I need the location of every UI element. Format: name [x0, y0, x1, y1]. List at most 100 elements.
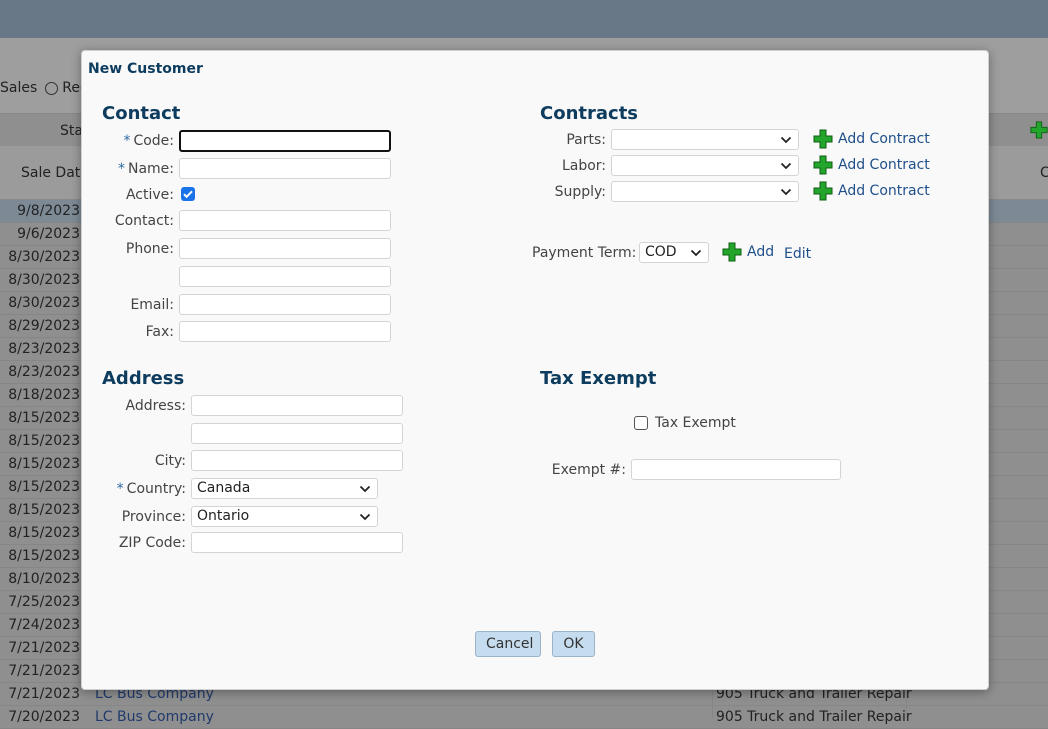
add-supply-contract-link[interactable]: Add Contract [838, 181, 930, 201]
sale-date-cell: 8/15/2023 [8, 410, 80, 426]
address-input[interactable] [191, 395, 403, 416]
edit-payment-term-link[interactable]: Edit [784, 244, 811, 264]
sale-date-cell: 7/24/2023 [8, 617, 80, 633]
sale-date-cell: 8/30/2023 [8, 295, 80, 311]
sale-date-cell: 8/23/2023 [8, 364, 80, 380]
sale-date-cell: 8/29/2023 [8, 318, 80, 334]
add-contract-plus-icon[interactable] [813, 155, 833, 175]
vendor-cell: 905 Truck and Trailer Repair [716, 709, 912, 725]
payment-term-select[interactable]: COD [639, 242, 709, 263]
cancel-button[interactable]: Cancel [475, 631, 541, 657]
column-header-sale-date[interactable]: Sale Date [21, 165, 89, 181]
labor-label: Labor: [561, 158, 606, 174]
sale-date-cell: 7/20/2023 [8, 709, 80, 725]
labor-contract-select[interactable] [611, 155, 799, 176]
province-value: Ontario [197, 508, 250, 524]
sale-date-cell: 8/18/2023 [8, 387, 80, 403]
ok-button[interactable]: OK [552, 631, 595, 657]
app-top-bar [0, 0, 1048, 38]
contracts-section-title: Contracts [540, 103, 639, 124]
sale-date-cell: 8/30/2023 [8, 272, 80, 288]
phone-input-2[interactable] [179, 266, 391, 287]
parts-contract-select[interactable] [611, 129, 799, 150]
add-icon[interactable] [1030, 120, 1048, 140]
chevron-down-icon [690, 249, 702, 257]
address-input-2[interactable] [191, 423, 403, 444]
status-filter-label: Sta [60, 123, 83, 139]
active-label: Active: [125, 187, 174, 203]
chevron-down-icon [780, 162, 792, 170]
chevron-down-icon [780, 136, 792, 144]
sale-date-cell: 8/10/2023 [8, 571, 80, 587]
zip-code-label: ZIP Code: [118, 535, 186, 551]
fax-label: Fax: [145, 324, 174, 340]
add-payment-term-plus-icon[interactable] [722, 242, 742, 262]
province-select[interactable]: Ontario [191, 506, 378, 527]
add-labor-contract-link[interactable]: Add Contract [838, 155, 930, 175]
country-label: * Country: [116, 481, 186, 497]
add-payment-term-link[interactable]: Add [747, 242, 774, 262]
chevron-down-icon [359, 513, 371, 521]
contact-label: Contact: [114, 213, 174, 229]
add-contract-plus-icon[interactable] [813, 129, 833, 149]
sale-date-cell: 7/25/2023 [8, 594, 80, 610]
parts-label: Parts: [566, 132, 606, 148]
sale-date-cell: 7/21/2023 [8, 640, 80, 656]
required-marker: * [123, 133, 131, 149]
sale-date-cell: 8/15/2023 [8, 479, 80, 495]
email-input[interactable] [179, 294, 391, 315]
chevron-down-icon [780, 188, 792, 196]
payment-term-value: COD [645, 244, 677, 260]
sale-date-cell: 8/15/2023 [8, 525, 80, 541]
zip-code-input[interactable] [191, 532, 403, 553]
add-parts-contract-link[interactable]: Add Contract [838, 129, 930, 149]
checkmark-icon [183, 190, 193, 199]
sale-date-cell: 8/30/2023 [8, 249, 80, 265]
address-label: Address: [125, 398, 186, 414]
exempt-number-input[interactable] [631, 459, 841, 480]
required-marker: * [116, 481, 124, 497]
sale-date-cell: 8/15/2023 [8, 502, 80, 518]
payment-term-label: Payment Term: [532, 245, 637, 261]
tax-exempt-checkbox[interactable] [634, 416, 648, 430]
sale-date-cell: 7/21/2023 [8, 686, 80, 702]
tax-exempt-section-title: Tax Exempt [540, 368, 657, 389]
sale-date-cell: 8/15/2023 [8, 456, 80, 472]
code-label: * Code: [123, 133, 174, 149]
address-section-title: Address [102, 368, 185, 389]
contact-section-title: Contact [102, 103, 181, 124]
fax-input[interactable] [179, 321, 391, 342]
chevron-down-icon [359, 485, 371, 493]
province-label: Province: [121, 509, 186, 525]
country-value: Canada [197, 480, 251, 496]
phone-input[interactable] [179, 238, 391, 259]
dialog-title: New Customer [88, 61, 203, 77]
sales-filter-radios: Sales Rec [0, 79, 88, 97]
code-input[interactable] [179, 130, 391, 152]
contact-input[interactable] [179, 210, 391, 231]
country-select[interactable]: Canada [191, 478, 378, 499]
tax-exempt-checkbox-label: Tax Exempt [655, 415, 736, 431]
name-input[interactable] [179, 158, 391, 179]
active-checkbox[interactable] [181, 187, 195, 201]
column-header-extra[interactable]: C [1040, 165, 1048, 181]
sale-date-cell: 7/21/2023 [8, 663, 80, 679]
sale-date-cell: 8/23/2023 [8, 341, 80, 357]
supply-label: Supply: [554, 184, 606, 200]
sale-date-cell: 8/15/2023 [8, 433, 80, 449]
sale-date-cell: 9/8/2023 [17, 203, 80, 219]
phone-label: Phone: [125, 241, 174, 257]
supply-contract-select[interactable] [611, 181, 799, 202]
radio-rec[interactable] [45, 81, 59, 95]
sale-date-cell: 8/15/2023 [8, 548, 80, 564]
email-label: Email: [130, 297, 174, 313]
exempt-number-label: Exempt #: [551, 462, 626, 478]
name-label: * Name: [117, 161, 174, 177]
city-input[interactable] [191, 450, 403, 471]
add-contract-plus-icon[interactable] [813, 181, 833, 201]
new-customer-dialog: New Customer Contact * Code: * Name: Activ… [81, 50, 989, 690]
city-label: City: [154, 453, 186, 469]
required-marker: * [117, 161, 125, 177]
sale-date-cell: 9/6/2023 [17, 226, 80, 242]
radio-label-sales: Sales [0, 80, 38, 96]
